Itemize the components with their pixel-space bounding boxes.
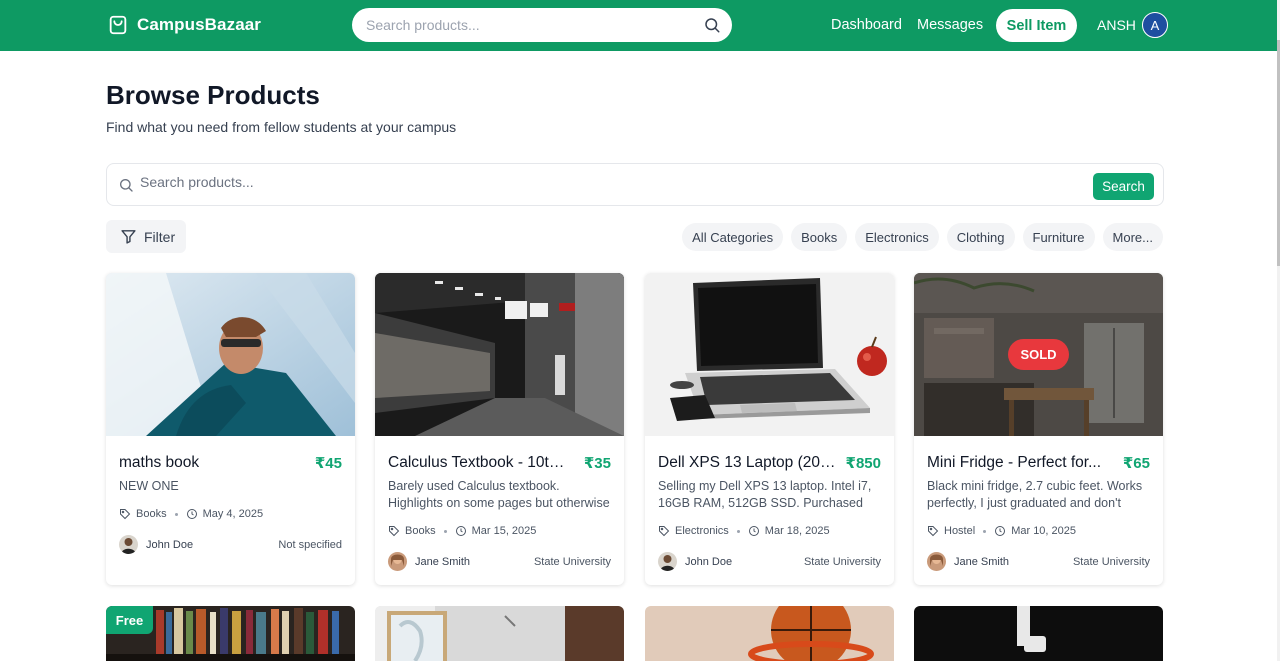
product-location: Not specified [278, 539, 342, 551]
seller-info[interactable]: John Doe [658, 552, 732, 571]
product-category: Books [405, 525, 436, 537]
product-title[interactable]: Calculus Textbook - 10th... [388, 454, 568, 472]
product-card[interactable]: Dell XPS 13 Laptop (2024) ₹850 Selling m… [645, 273, 894, 585]
product-card[interactable] [645, 606, 894, 661]
product-card[interactable]: Calculus Textbook - 10th... ₹35 Barely u… [375, 273, 624, 585]
user-name: ANSH [1097, 17, 1136, 33]
product-category: Electronics [675, 525, 729, 537]
product-description: Black mini fridge, 2.7 cubic feet. Works… [927, 479, 1143, 510]
avatar: A [1141, 12, 1168, 38]
product-price: ₹65 [1122, 455, 1150, 472]
product-price: ₹45 [314, 455, 342, 472]
product-date: Mar 18, 2025 [764, 525, 830, 537]
search-icon [120, 179, 133, 192]
product-card[interactable]: Free [106, 606, 355, 661]
product-card[interactable] [375, 606, 624, 661]
product-image[interactable] [914, 606, 1163, 661]
seller-name: Jane Smith [415, 555, 471, 568]
product-card[interactable]: SOLD Mini Fridge - Perfect for... ₹65 Bl… [914, 273, 1163, 585]
user-menu[interactable]: ANSH A [1097, 12, 1168, 38]
category-chip-electronics[interactable]: Electronics [855, 223, 939, 251]
product-description: NEW ONE [119, 479, 179, 493]
clock-icon [455, 526, 466, 536]
seller-name: John Doe [146, 538, 194, 551]
product-image[interactable] [645, 273, 894, 436]
product-search-input[interactable] [140, 174, 1040, 190]
product-image[interactable] [375, 273, 624, 436]
category-chips: All Categories Books Electronics Clothin… [682, 223, 1163, 251]
product-image[interactable] [375, 606, 624, 661]
page-title: Browse Products [106, 80, 320, 110]
category-chip-more[interactable]: More... [1102, 223, 1163, 251]
shopping-bag-icon [109, 15, 127, 35]
product-date: May 4, 2025 [202, 508, 264, 520]
seller-avatar [388, 552, 407, 571]
filter-label: Filter [144, 228, 176, 245]
filter-icon [121, 230, 136, 244]
product-image[interactable] [645, 606, 894, 661]
seller-avatar [119, 535, 138, 554]
tag-icon [659, 526, 670, 537]
seller-avatar [658, 552, 677, 571]
top-navbar: CampusBazaar Dashboard Messages Sell Ite… [0, 0, 1277, 51]
product-location: State University [803, 556, 881, 568]
page-subtitle: Find what you need from fellow students … [106, 119, 457, 135]
nav-search-input[interactable] [366, 17, 696, 33]
separator-dot [443, 529, 447, 533]
separator-dot [174, 512, 178, 516]
seller-info[interactable]: Jane Smith [927, 552, 1009, 571]
separator-dot [983, 529, 987, 533]
free-badge: Free [106, 606, 153, 634]
product-price: ₹35 [583, 455, 611, 472]
seller-info[interactable]: Jane Smith [388, 552, 470, 571]
product-search-bar: Search [106, 163, 1164, 206]
product-location: State University [1072, 556, 1150, 568]
product-description: Barely used Calculus textbook. Highlight… [388, 479, 610, 510]
category-chip-clothing[interactable]: Clothing [946, 223, 1015, 251]
seller-avatar [927, 552, 946, 571]
search-button[interactable]: Search [1093, 173, 1154, 200]
product-title[interactable]: Dell XPS 13 Laptop (2024) [658, 454, 838, 472]
product-meta: Hostel Mar 10, 2025 [927, 525, 1076, 537]
product-description: Selling my Dell XPS 13 laptop. Intel i7,… [658, 479, 872, 510]
seller-name: Jane Smith [954, 555, 1010, 568]
category-chip-all[interactable]: All Categories [682, 223, 784, 251]
nav-link-messages[interactable]: Messages [917, 17, 983, 33]
seller-name: John Doe [685, 555, 733, 568]
product-date: Mar 10, 2025 [1011, 525, 1077, 537]
product-category: Hostel [944, 525, 976, 537]
seller-info[interactable]: John Doe [119, 535, 193, 554]
nav-search-box [352, 8, 732, 42]
product-meta: Books Mar 15, 2025 [388, 525, 536, 537]
clock-icon [995, 526, 1006, 536]
tag-icon [389, 526, 400, 537]
product-meta: Books May 4, 2025 [119, 508, 263, 520]
brand-logo[interactable]: CampusBazaar [107, 14, 261, 36]
product-date: Mar 15, 2025 [471, 525, 537, 537]
product-title[interactable]: Mini Fridge - Perfect for... [927, 454, 1101, 472]
nav-link-dashboard[interactable]: Dashboard [831, 17, 902, 33]
tag-icon [120, 509, 131, 520]
category-chip-books[interactable]: Books [791, 223, 848, 251]
product-image[interactable] [106, 273, 355, 436]
tag-icon [928, 526, 939, 537]
product-category: Books [136, 508, 167, 520]
sold-badge: SOLD [1008, 339, 1069, 370]
clock-icon [186, 509, 197, 519]
product-meta: Electronics Mar 18, 2025 [658, 525, 830, 537]
filter-button[interactable]: Filter [106, 220, 186, 253]
product-title[interactable]: maths book [119, 454, 199, 472]
product-location: State University [533, 556, 611, 568]
product-price: ₹850 [845, 455, 881, 472]
search-icon[interactable] [703, 16, 721, 34]
clock-icon [748, 526, 759, 536]
brand-name: CampusBazaar [137, 15, 262, 34]
product-card[interactable] [914, 606, 1163, 661]
sell-item-button[interactable]: Sell Item [996, 9, 1077, 42]
separator-dot [736, 529, 740, 533]
category-chip-furniture[interactable]: Furniture [1022, 223, 1095, 251]
product-card[interactable]: maths book ₹45 NEW ONE Books May 4, 2025… [106, 273, 355, 585]
